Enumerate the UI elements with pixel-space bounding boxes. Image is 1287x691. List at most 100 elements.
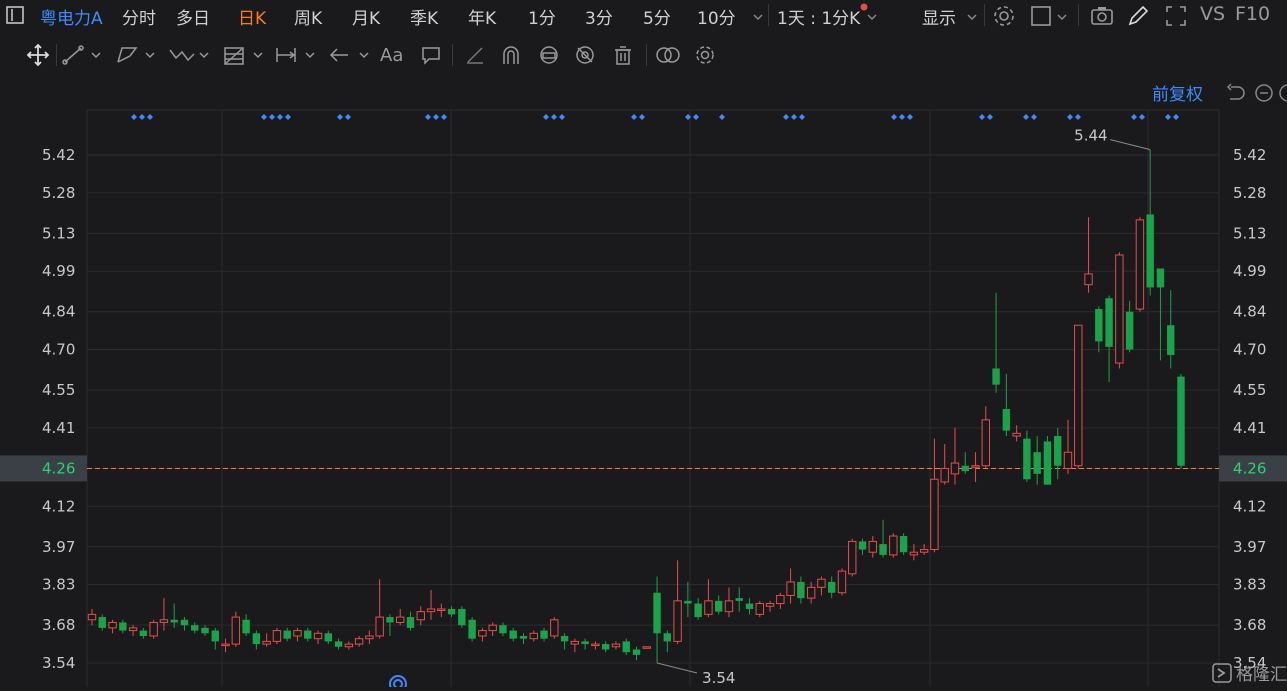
kline-chart-area[interactable]: 5.42 5.42 5.28 5.28 5.13 5.13 4.99 4.99 4.84 4.84…: [0, 80, 1287, 691]
y-tick-right: 4.70: [1233, 341, 1266, 359]
divider: [1078, 4, 1079, 26]
min-annotation: 3.54: [702, 669, 735, 687]
tab-zhouk[interactable]: 周K: [294, 4, 322, 29]
candle-body-down: [1095, 309, 1103, 342]
candle-body-down: [1054, 436, 1062, 466]
y-tick-right: 3.97: [1233, 538, 1266, 556]
y-tick-right: 4.12: [1233, 497, 1266, 515]
candle-body-up: [231, 616, 241, 645]
event-marker-icon: [719, 114, 725, 120]
y-tick-left: 5.28: [42, 184, 75, 202]
fib-tool-icon[interactable]: [222, 44, 266, 66]
candle-body-down: [992, 368, 1000, 385]
chevron-down-icon[interactable]: [966, 8, 978, 28]
candle-body-up: [642, 646, 651, 649]
event-marker-icon: [1067, 114, 1073, 120]
lock-icon[interactable]: [538, 44, 560, 66]
candle-body-up: [426, 608, 436, 613]
hide-icon[interactable]: [574, 44, 596, 66]
gear-icon[interactable]: [992, 4, 1016, 33]
eraser-icon[interactable]: [464, 44, 486, 66]
magnet-icon[interactable]: [500, 44, 522, 66]
line-tool-icon[interactable]: [62, 44, 102, 66]
trash-icon[interactable]: [612, 44, 634, 66]
candle-body-down: [1156, 268, 1165, 288]
target-marker-inner: [393, 679, 403, 689]
move-icon[interactable]: [26, 43, 50, 67]
y-tick-left: 3.97: [42, 538, 75, 556]
top-bar: 粤电力A 分时 多日 日K 周K 月K 季K 年K 1分 3分 5分 10分 1…: [0, 0, 1287, 32]
stock-name[interactable]: 粤电力A: [40, 4, 103, 29]
measure-tool-icon[interactable]: [274, 44, 318, 66]
tab-jik[interactable]: 季K: [410, 4, 438, 29]
candle-body-down: [858, 541, 867, 550]
event-marker-icon: [285, 114, 291, 120]
candle-body-up: [1074, 324, 1083, 467]
candle-body-down: [170, 619, 178, 623]
candle-body-up: [837, 570, 847, 594]
event-marker-icon: [987, 114, 993, 120]
max-annotation-leader: [1110, 139, 1151, 151]
y-tick-right: 4.55: [1233, 381, 1266, 399]
gear-icon[interactable]: [694, 44, 716, 66]
y-tick-left: 5.13: [42, 224, 75, 242]
tab-niank[interactable]: 年K: [468, 4, 496, 29]
tab-1min[interactable]: 1分: [528, 4, 556, 29]
sidebar-toggle-icon[interactable]: [6, 6, 24, 29]
vs-button[interactable]: VS: [1200, 3, 1225, 25]
channel-tool-icon[interactable]: [116, 44, 158, 66]
candle-body-up: [262, 640, 271, 645]
candle-body-up: [889, 535, 898, 556]
candle-body-up: [950, 462, 960, 475]
comment-icon[interactable]: [420, 44, 442, 66]
event-marker-icon: [147, 114, 153, 120]
tab-yuek[interactable]: 月K: [352, 4, 380, 29]
kline-chart[interactable]: 5.42 5.42 5.28 5.28 5.13 5.13 4.99 4.99 4.84 4.84…: [0, 80, 1287, 691]
candle-body-down: [653, 592, 661, 634]
display-menu[interactable]: 显示: [922, 4, 956, 29]
candle-body-up: [704, 600, 713, 615]
tab-fenshi[interactable]: 分时: [122, 4, 156, 29]
candle-body-down: [211, 630, 219, 642]
arrow-tool-icon[interactable]: [328, 44, 372, 66]
event-marker-icon: [783, 114, 789, 120]
event-marker-icon: [907, 114, 913, 120]
event-marker-icon: [433, 114, 439, 120]
color-box-icon[interactable]: [1030, 4, 1054, 33]
event-marker-icon: [1139, 114, 1145, 120]
candle-body-down: [540, 630, 548, 639]
candle-body-down: [684, 600, 692, 604]
min-annotation-leader: [656, 662, 698, 674]
fullscreen-icon[interactable]: [1164, 4, 1188, 33]
camera-icon[interactable]: [1090, 4, 1114, 33]
candle-body-down: [458, 608, 466, 626]
compare-icon[interactable]: [655, 44, 681, 66]
tab-10min[interactable]: 10分: [697, 4, 736, 29]
candle-body-up: [591, 643, 600, 647]
event-marker-icon: [899, 114, 905, 120]
candle-body-down: [1002, 409, 1011, 431]
text-tool[interactable]: Aa: [380, 44, 403, 66]
candle-body-down: [745, 603, 754, 609]
candle-body-up: [488, 624, 497, 632]
event-marker-icon: [131, 114, 137, 120]
candle-body-up: [149, 621, 158, 637]
event-marker-icon: [791, 114, 797, 120]
tab-duori[interactable]: 多日: [176, 4, 210, 29]
event-marker-icon: [1131, 114, 1137, 120]
y-tick-right: 4.84: [1233, 303, 1266, 321]
f10-button[interactable]: F10: [1235, 3, 1270, 25]
chevron-down-icon[interactable]: [1056, 8, 1068, 28]
candle-body-up: [786, 581, 795, 596]
tab-3min[interactable]: 3分: [585, 4, 613, 29]
candle-body-up: [344, 643, 354, 648]
candle-body-up: [108, 621, 117, 629]
chevron-down-icon[interactable]: [752, 8, 764, 28]
pencil-icon[interactable]: [1126, 4, 1150, 33]
wave-tool-icon[interactable]: [168, 44, 212, 66]
candle-body-down: [1105, 298, 1113, 347]
event-marker-icon: [639, 114, 645, 120]
tab-5min[interactable]: 5分: [643, 4, 671, 29]
tab-rik[interactable]: 日K: [238, 4, 266, 29]
period-selector[interactable]: 1天 : 1分K: [777, 4, 860, 29]
